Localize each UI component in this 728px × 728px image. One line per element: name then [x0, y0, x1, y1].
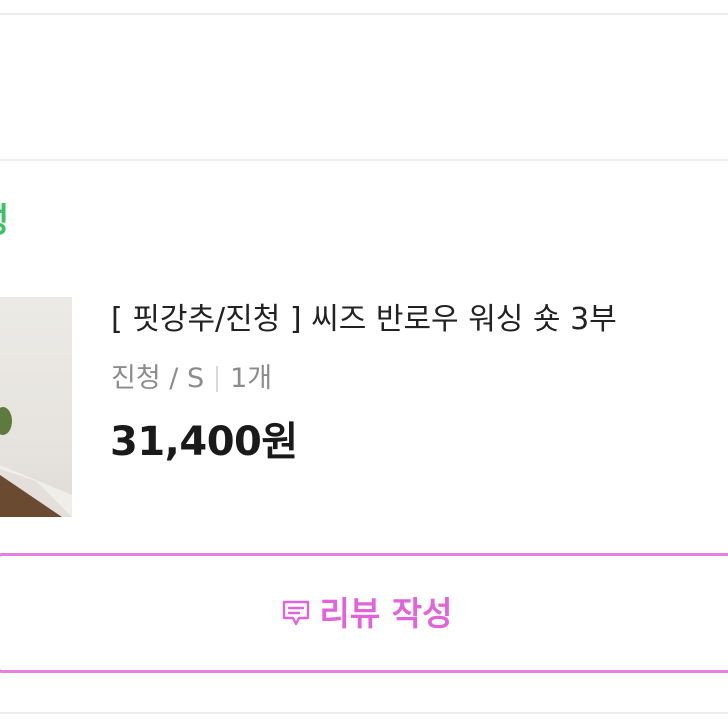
plant-leaf-shape [0, 407, 12, 435]
section-divider [0, 159, 728, 161]
product-name[interactable]: [ 핏강추/진청 ] 씨즈 반로우 워싱 숏 3부 [111, 302, 617, 338]
product-price: 31,400원 [110, 419, 298, 465]
floor-shape [0, 465, 72, 517]
bottom-divider [0, 712, 728, 714]
order-status-label: 성 [0, 204, 9, 238]
write-review-label: 리뷰 작성 [319, 593, 453, 633]
product-thumbnail[interactable] [0, 297, 72, 517]
order-item-page: 성 [ 핏강추/진청 ] 씨즈 반로우 워싱 숏 3부 진청 / S 1개 31… [0, 0, 728, 728]
empty-section [0, 15, 728, 159]
write-review-button[interactable]: 리뷰 작성 [0, 553, 728, 673]
option-divider [216, 366, 219, 393]
option-quantity: 1개 [230, 363, 273, 394]
product-option: 진청 / S 1개 [111, 363, 272, 395]
option-color-size: 진청 / S [111, 363, 205, 394]
review-button-content: 리뷰 작성 [280, 593, 453, 633]
chat-review-icon [282, 600, 309, 626]
